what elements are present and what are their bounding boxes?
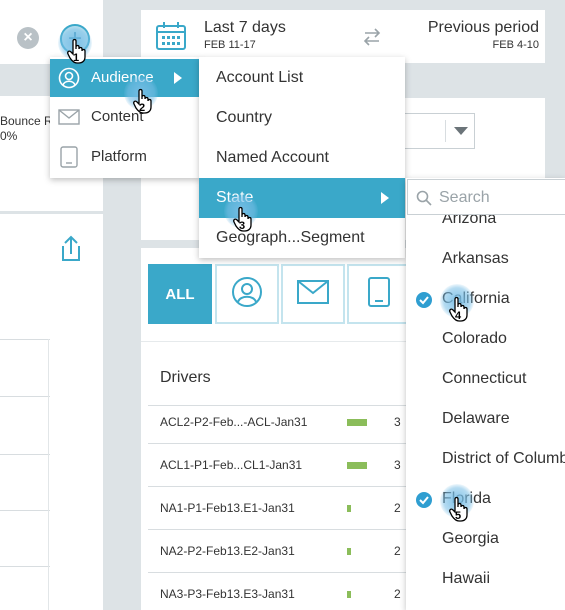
driver-name: NA2-P2-Feb13.E2-Jan31 — [160, 544, 295, 558]
date-range-panel[interactable]: Last 7 days FEB 11-17 Previous period FE… — [141, 10, 545, 63]
clear-icon[interactable]: × — [17, 27, 39, 49]
tab-all[interactable]: ALL — [148, 264, 212, 324]
driver-name: NA3-P3-Feb13.E3-Jan31 — [160, 587, 295, 601]
check-icon — [416, 292, 432, 308]
driver-value: 3 — [394, 458, 401, 472]
swap-icon[interactable] — [362, 26, 382, 48]
state-search-placeholder: Search — [439, 189, 490, 206]
step-number: 5 — [455, 510, 462, 522]
driver-name: ACL1-P1-Feb...CL1-Jan31 — [160, 458, 303, 472]
filter-category-menu: Audience Content Platform — [50, 57, 200, 178]
previous-range-label: Previous period — [427, 19, 539, 36]
menu-item-content[interactable]: Content — [50, 97, 200, 137]
menu-item-named-account[interactable]: Named Account — [216, 148, 329, 168]
state-option-label: Arizona — [442, 215, 497, 227]
step-number: 3 — [239, 220, 246, 232]
driver-bar — [347, 505, 351, 512]
menu-item-platform[interactable]: Platform — [50, 137, 200, 177]
dropdown-select[interactable] — [401, 113, 475, 149]
chevron-right-icon — [174, 72, 182, 84]
driver-name: ACL2-P2-Feb...-ACL-Jan31 — [160, 415, 308, 429]
state-option-label: Connecticut — [442, 370, 527, 387]
chevron-right-icon — [381, 192, 389, 204]
bounce-rate-value: 0% — [0, 129, 18, 143]
audience-icon — [58, 67, 80, 89]
state-option-label: Colorado — [442, 330, 507, 347]
step-number: 2 — [139, 102, 146, 114]
state-option[interactable]: Georgia — [406, 520, 565, 560]
person-icon — [231, 276, 263, 313]
tablet-icon — [368, 276, 390, 312]
state-option-label: Hawaii — [442, 570, 491, 587]
search-icon — [416, 190, 432, 206]
state-option[interactable]: Arizona — [406, 215, 565, 240]
driver-name: NA1-P1-Feb13.E1-Jan31 — [160, 501, 295, 515]
tab-email[interactable] — [281, 264, 345, 324]
tab-audience[interactable] — [215, 264, 279, 324]
state-submenu: Search Arizona Arkansas California Colorado… — [406, 178, 565, 610]
audience-submenu: Account List Country Named Account State… — [199, 57, 405, 258]
state-option[interactable]: Arkansas — [406, 240, 565, 280]
state-search-field[interactable]: Search — [407, 179, 565, 215]
tab-all-label: ALL — [165, 285, 195, 303]
driver-bar — [347, 548, 351, 555]
state-option-label: District of Columbia — [442, 450, 565, 467]
current-range-label: Last 7 days — [204, 19, 286, 36]
driver-value: 2 — [394, 587, 401, 601]
driver-bar — [347, 462, 367, 469]
menu-item-platform-label: Platform — [91, 148, 147, 165]
driver-value: 3 — [394, 415, 401, 429]
driver-value: 2 — [394, 544, 401, 558]
state-option-label: Georgia — [442, 530, 499, 547]
left-chart-panel — [0, 214, 103, 610]
state-option[interactable]: District of Columbia — [406, 440, 565, 480]
state-option[interactable]: Hawaii — [406, 560, 565, 600]
driver-bar — [347, 591, 351, 598]
menu-item-country[interactable]: Country — [216, 108, 272, 128]
state-option-label: Arkansas — [442, 250, 509, 267]
chevron-down-icon — [454, 127, 468, 135]
bounce-rate-label: Bounce R — [0, 114, 53, 128]
share-icon[interactable] — [58, 234, 84, 264]
driver-bar — [347, 419, 367, 426]
current-range-dates: FEB 11-17 — [204, 39, 256, 51]
envelope-icon — [58, 109, 80, 125]
tab-device[interactable] — [347, 264, 411, 324]
calendar-icon — [155, 21, 187, 51]
state-option[interactable]: Florida — [406, 480, 565, 520]
drivers-header: Drivers — [160, 369, 211, 386]
previous-range-dates: FEB 4-10 — [492, 39, 539, 51]
step-number: 1 — [73, 52, 80, 64]
tablet-icon — [60, 146, 78, 168]
check-icon — [416, 492, 432, 508]
envelope-icon — [297, 279, 329, 309]
step-number: 4 — [455, 310, 462, 322]
menu-item-account-list[interactable]: Account List — [216, 68, 303, 88]
state-option[interactable]: California — [406, 280, 565, 320]
state-option[interactable]: Colorado — [406, 320, 565, 360]
state-option[interactable]: Delaware — [406, 400, 565, 440]
state-option-label: Delaware — [442, 410, 510, 427]
driver-value: 2 — [394, 501, 401, 515]
state-option[interactable]: Connecticut — [406, 360, 565, 400]
